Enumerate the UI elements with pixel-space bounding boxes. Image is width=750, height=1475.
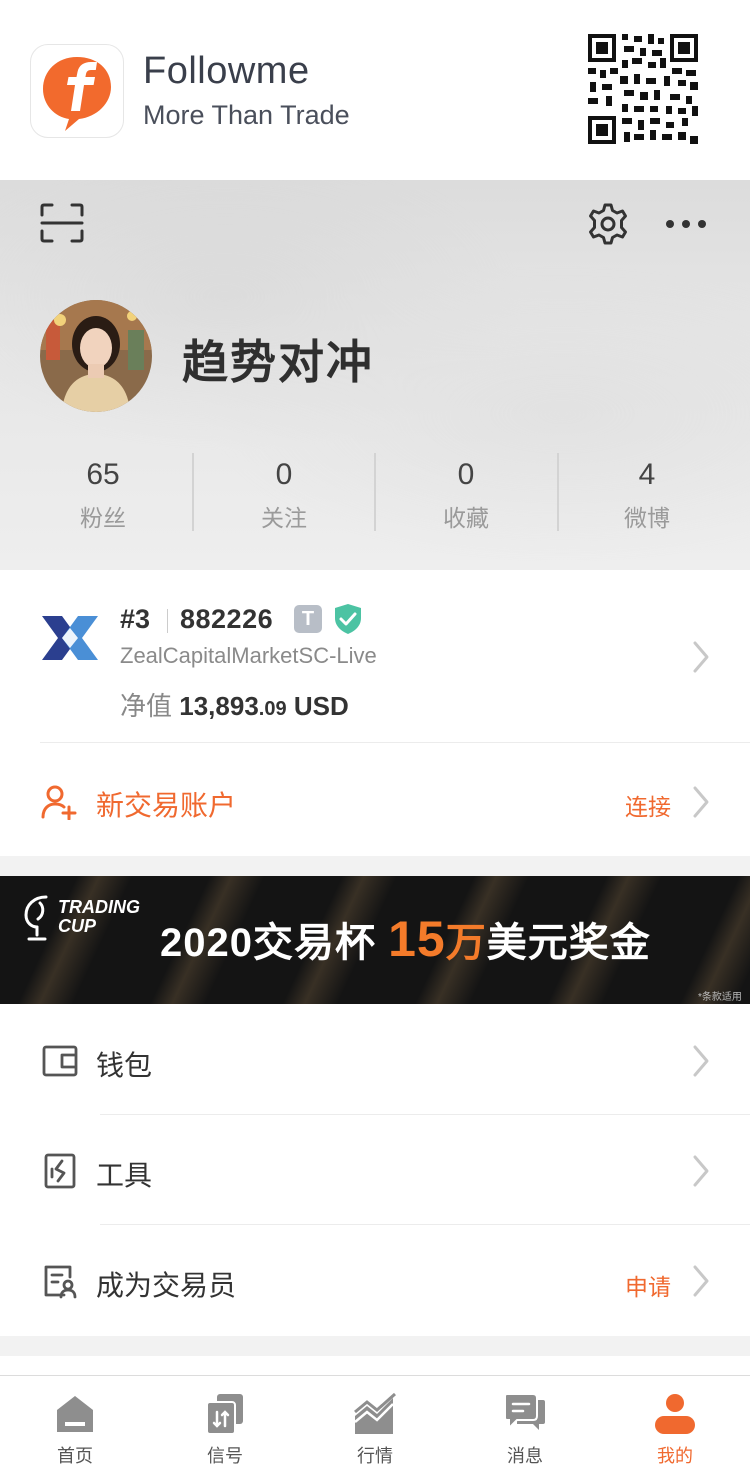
cup-text-line1: TRADING — [58, 897, 140, 917]
become-trader-chevron-right-icon[interactable] — [692, 1264, 710, 1298]
home-icon — [57, 1396, 93, 1432]
scan-icon[interactable] — [40, 203, 84, 243]
tab-mine-label: 我的 — [657, 1446, 693, 1466]
equity-currency: USD — [293, 691, 349, 721]
apply-button[interactable]: 申请 — [625, 1268, 671, 1302]
tab-signals[interactable]: 信号 — [150, 1376, 300, 1474]
banner-title-suffix: 美元奖金 — [486, 921, 651, 965]
wallet-chevron-right-icon[interactable] — [692, 1044, 710, 1078]
signal-icon — [206, 1394, 243, 1435]
new-account-label[interactable]: 新交易账户 — [96, 784, 236, 824]
tab-signals-label: 信号 — [207, 1446, 243, 1466]
tab-messages-label: 消息 — [507, 1446, 543, 1466]
account-chevron-right-icon[interactable] — [692, 640, 710, 674]
account-separator — [167, 609, 168, 633]
trophy-icon — [20, 893, 54, 943]
banner-terms-note: *条款适用 — [698, 992, 742, 1003]
app-tagline: More Than Trade — [143, 100, 350, 130]
account-equity: 净值 13,893.09 USD — [120, 686, 349, 723]
tab-messages[interactable]: 消息 — [450, 1376, 600, 1474]
account-type-badge: T — [294, 605, 322, 633]
equity-label: 净值 — [120, 691, 173, 721]
stat-posts-label: 微博 — [624, 505, 670, 531]
app-name: Followme — [143, 50, 310, 92]
tools-icon — [42, 1153, 78, 1189]
banner-title-prefix: 2020交易杯 — [160, 921, 389, 965]
stat-favorites[interactable]: 0 收藏 — [375, 455, 557, 533]
banner-title-unit: 万 — [445, 921, 487, 965]
tab-home-label: 首页 — [57, 1446, 93, 1466]
menu-item-tools[interactable]: 工具 — [96, 1154, 152, 1194]
tab-home[interactable]: 首页 — [0, 1376, 150, 1474]
tab-market-label: 行情 — [357, 1446, 393, 1466]
menu-item-become-trader[interactable]: 成为交易员 — [96, 1264, 236, 1304]
username: 趋势对冲 — [182, 336, 374, 388]
divider — [100, 1224, 750, 1225]
tab-mine[interactable]: 我的 — [600, 1376, 750, 1474]
banner-title: 2020交易杯 15万美元奖金 — [160, 910, 651, 968]
gear-icon[interactable] — [586, 202, 630, 246]
divider — [40, 742, 750, 743]
stat-following[interactable]: 0 关注 — [193, 455, 375, 533]
stat-followers-count: 65 — [86, 458, 120, 491]
add-user-icon — [40, 784, 78, 821]
qr-code-icon[interactable] — [586, 32, 700, 146]
connect-button[interactable]: 连接 — [625, 788, 671, 822]
avatar[interactable] — [40, 300, 152, 412]
stat-following-count: 0 — [275, 458, 293, 491]
stat-followers-label: 粉丝 — [80, 505, 126, 531]
stat-followers[interactable]: 65 粉丝 — [12, 455, 194, 533]
market-icon — [354, 1392, 396, 1434]
verified-shield-icon — [333, 603, 363, 635]
new-account-chevron-right-icon[interactable] — [692, 785, 710, 819]
next-section-card — [0, 1356, 750, 1376]
profile-icon — [655, 1394, 695, 1434]
banner-title-amount: 15 — [388, 911, 446, 967]
menu-item-wallet[interactable]: 钱包 — [96, 1044, 152, 1084]
message-icon — [504, 1393, 545, 1431]
equity-value: 13,893.09 USD — [179, 691, 348, 721]
account-server: ZealCapitalMarketSC-Live — [120, 643, 377, 668]
wallet-icon — [42, 1043, 78, 1079]
followme-logo-icon — [43, 57, 111, 131]
cup-text-line2: CUP — [58, 916, 97, 936]
account-number: 882226 — [180, 604, 274, 634]
stat-following-label: 关注 — [261, 505, 307, 531]
stat-posts[interactable]: 4 微博 — [556, 455, 738, 533]
stat-favorites-label: 收藏 — [443, 505, 489, 531]
tools-chevron-right-icon[interactable] — [692, 1154, 710, 1188]
broker-logo-icon — [40, 614, 100, 662]
divider — [100, 1114, 750, 1115]
app-logo — [30, 44, 124, 138]
stat-favorites-count: 0 — [457, 458, 475, 491]
stat-posts-count: 4 — [638, 458, 656, 491]
more-options-icon[interactable] — [662, 210, 710, 238]
trading-cup-logo-text: TRADING CUP — [58, 898, 140, 936]
trader-apply-icon — [42, 1263, 78, 1299]
equity-integer: 13,893 — [179, 691, 259, 721]
account-rank: #3 — [120, 604, 151, 634]
tab-market[interactable]: 行情 — [300, 1376, 450, 1474]
equity-decimal: .09 — [258, 698, 287, 720]
